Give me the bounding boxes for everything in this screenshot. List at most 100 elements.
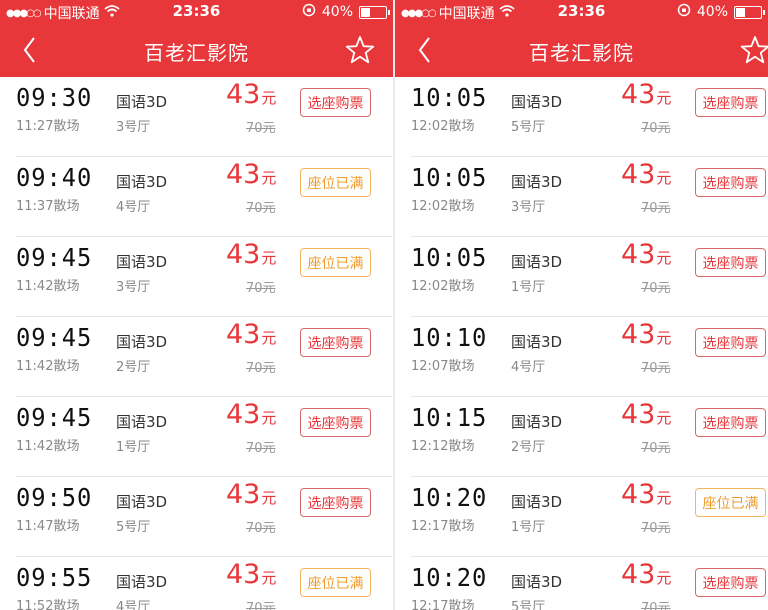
end-time: 11:52散场 (16, 599, 80, 610)
price: 43元 (226, 479, 276, 510)
start-time: 09:45 (16, 243, 93, 272)
showtime-row[interactable]: 09:45 11:42散场 国语3D 1号厅 43元 70元 选座购票 (0, 397, 393, 477)
price-value: 43 (621, 79, 656, 110)
showtime-row[interactable]: 09:50 11:47散场 国语3D 5号厅 43元 70元 选座购票 (0, 477, 393, 557)
price-unit: 元 (656, 169, 672, 187)
price-unit: 元 (261, 569, 277, 587)
end-time: 12:17散场 (411, 519, 475, 534)
seats-full-button[interactable]: 座位已满 (695, 488, 766, 517)
price-value: 43 (226, 479, 261, 510)
hall-name: 5号厅 (511, 600, 546, 610)
showtime-row[interactable]: 09:45 11:42散场 国语3D 2号厅 43元 70元 选座购票 (0, 317, 393, 397)
page-title: 百老汇影院 (529, 41, 634, 65)
price: 43元 (621, 399, 671, 430)
showtime-row[interactable]: 10:10 12:07散场 国语3D 4号厅 43元 70元 选座购票 (395, 317, 768, 397)
seats-full-button[interactable]: 座位已满 (300, 248, 371, 277)
original-price: 70元 (641, 121, 671, 136)
language-format: 国语3D (116, 413, 168, 431)
start-time: 09:45 (16, 403, 93, 432)
language-format: 国语3D (116, 493, 168, 511)
language-format: 国语3D (116, 333, 168, 351)
price: 43元 (226, 559, 276, 590)
price: 43元 (621, 319, 671, 350)
original-price: 70元 (641, 521, 671, 536)
nav-bar: 百老汇影院 (0, 28, 393, 74)
language-format: 国语3D (116, 173, 168, 191)
price-value: 43 (621, 319, 656, 350)
start-time: 09:40 (16, 163, 93, 192)
price-unit: 元 (656, 409, 672, 427)
showtime-list: 10:05 12:02散场 国语3D 5号厅 43元 70元 选座购票 10:0… (395, 77, 768, 610)
price: 43元 (621, 239, 671, 270)
price: 43元 (226, 319, 276, 350)
start-time: 10:10 (411, 323, 488, 352)
status-right: 40% (677, 3, 765, 21)
end-time: 12:02散场 (411, 279, 475, 294)
favorite-button[interactable] (344, 34, 376, 66)
battery-percent: 40% (321, 4, 353, 20)
buy-ticket-button[interactable]: 选座购票 (695, 248, 766, 277)
header: ●●●○○ 中国联通 23:36 40% 百老汇影院 (0, 0, 393, 77)
showtime-row[interactable]: 10:05 12:02散场 国语3D 3号厅 43元 70元 选座购票 (395, 157, 768, 237)
price-unit: 元 (261, 489, 277, 507)
buy-ticket-button[interactable]: 选座购票 (300, 488, 371, 517)
showtime-row[interactable]: 09:55 11:52散场 国语3D 4号厅 43元 70元 座位已满 (0, 557, 393, 610)
rotation-lock-icon (302, 3, 316, 21)
original-price: 70元 (246, 601, 276, 610)
showtime-row[interactable]: 09:45 11:42散场 国语3D 3号厅 43元 70元 座位已满 (0, 237, 393, 317)
original-price: 70元 (641, 361, 671, 376)
header: ●●●○○ 中国联通 23:36 40% 百老汇影院 (395, 0, 768, 77)
seats-full-button[interactable]: 座位已满 (300, 568, 371, 597)
hall-name: 1号厅 (511, 280, 546, 295)
price-value: 43 (226, 159, 261, 190)
showtime-row[interactable]: 10:05 12:02散场 国语3D 5号厅 43元 70元 选座购票 (395, 77, 768, 157)
buy-ticket-button[interactable]: 选座购票 (300, 88, 371, 117)
price: 43元 (621, 159, 671, 190)
language-format: 国语3D (511, 253, 563, 271)
buy-ticket-button[interactable]: 选座购票 (695, 408, 766, 437)
start-time: 09:30 (16, 83, 93, 112)
status-right: 40% (302, 3, 390, 21)
language-format: 国语3D (511, 413, 563, 431)
price-value: 43 (621, 479, 656, 510)
price: 43元 (226, 239, 276, 270)
language-format: 国语3D (116, 573, 168, 591)
hall-name: 4号厅 (511, 360, 546, 375)
price: 43元 (226, 79, 276, 110)
original-price: 70元 (246, 281, 276, 296)
price-unit: 元 (656, 329, 672, 347)
original-price: 70元 (641, 601, 671, 610)
showtime-row[interactable]: 10:15 12:12散场 国语3D 2号厅 43元 70元 选座购票 (395, 397, 768, 477)
hall-name: 5号厅 (116, 520, 151, 535)
rotation-lock-icon (677, 3, 691, 21)
buy-ticket-button[interactable]: 选座购票 (695, 568, 766, 597)
price-unit: 元 (261, 169, 277, 187)
hall-name: 1号厅 (511, 520, 546, 535)
buy-ticket-button[interactable]: 选座购票 (695, 168, 766, 197)
start-time: 10:05 (411, 83, 488, 112)
screen-right: ●●●○○ 中国联通 23:36 40% 百老汇影院 10:05 12:02散场… (395, 0, 768, 610)
showtime-row[interactable]: 09:30 11:27散场 国语3D 3号厅 43元 70元 选座购票 (0, 77, 393, 157)
end-time: 12:02散场 (411, 199, 475, 214)
price: 43元 (226, 159, 276, 190)
original-price: 70元 (641, 201, 671, 216)
end-time: 11:47散场 (16, 519, 80, 534)
buy-ticket-button[interactable]: 选座购票 (300, 408, 371, 437)
price-unit: 元 (656, 489, 672, 507)
start-time: 10:20 (411, 483, 488, 512)
battery-icon (734, 5, 765, 19)
buy-ticket-button[interactable]: 选座购票 (695, 328, 766, 357)
buy-ticket-button[interactable]: 选座购票 (300, 328, 371, 357)
price-unit: 元 (656, 249, 672, 267)
buy-ticket-button[interactable]: 选座购票 (695, 88, 766, 117)
showtime-row[interactable]: 10:05 12:02散场 国语3D 1号厅 43元 70元 选座购票 (395, 237, 768, 317)
favorite-button[interactable] (739, 34, 768, 66)
original-price: 70元 (246, 521, 276, 536)
price-value: 43 (226, 399, 261, 430)
status-bar: ●●●○○ 中国联通 23:36 40% (395, 0, 768, 22)
price-value: 43 (621, 239, 656, 270)
showtime-row[interactable]: 10:20 12:17散场 国语3D 1号厅 43元 70元 座位已满 (395, 477, 768, 557)
seats-full-button[interactable]: 座位已满 (300, 168, 371, 197)
showtime-row[interactable]: 09:40 11:37散场 国语3D 4号厅 43元 70元 座位已满 (0, 157, 393, 237)
showtime-row[interactable]: 10:20 12:17散场 国语3D 5号厅 43元 70元 选座购票 (395, 557, 768, 610)
